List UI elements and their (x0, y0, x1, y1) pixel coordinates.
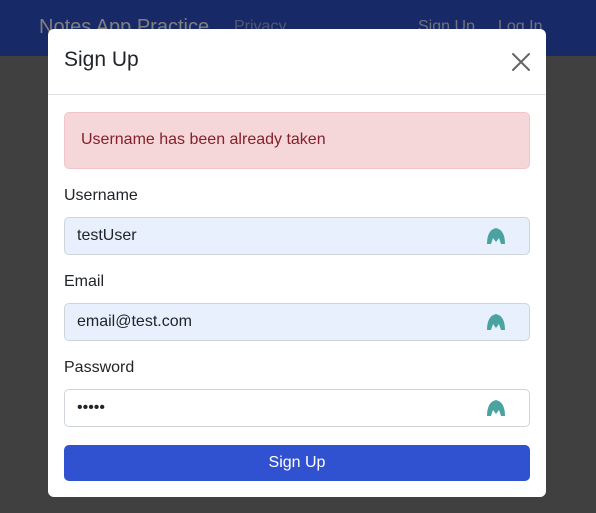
password-label: Password (64, 359, 135, 376)
password-manager-icon[interactable] (485, 312, 507, 332)
sign-up-modal: Sign Up Username has been already taken … (48, 29, 546, 497)
email-label: Email (64, 273, 105, 290)
password-input[interactable] (64, 389, 530, 427)
close-button[interactable] (510, 51, 532, 73)
modal-title: Sign Up (64, 48, 139, 71)
modal-header: Sign Up (48, 29, 546, 95)
email-input[interactable] (64, 303, 530, 341)
sign-up-button[interactable]: Sign Up (64, 445, 530, 481)
close-icon (512, 53, 530, 71)
username-label: Username (64, 187, 138, 204)
password-manager-icon[interactable] (485, 398, 507, 418)
error-alert: Username has been already taken (64, 112, 530, 169)
username-input[interactable] (64, 217, 530, 255)
password-manager-icon[interactable] (485, 226, 507, 246)
